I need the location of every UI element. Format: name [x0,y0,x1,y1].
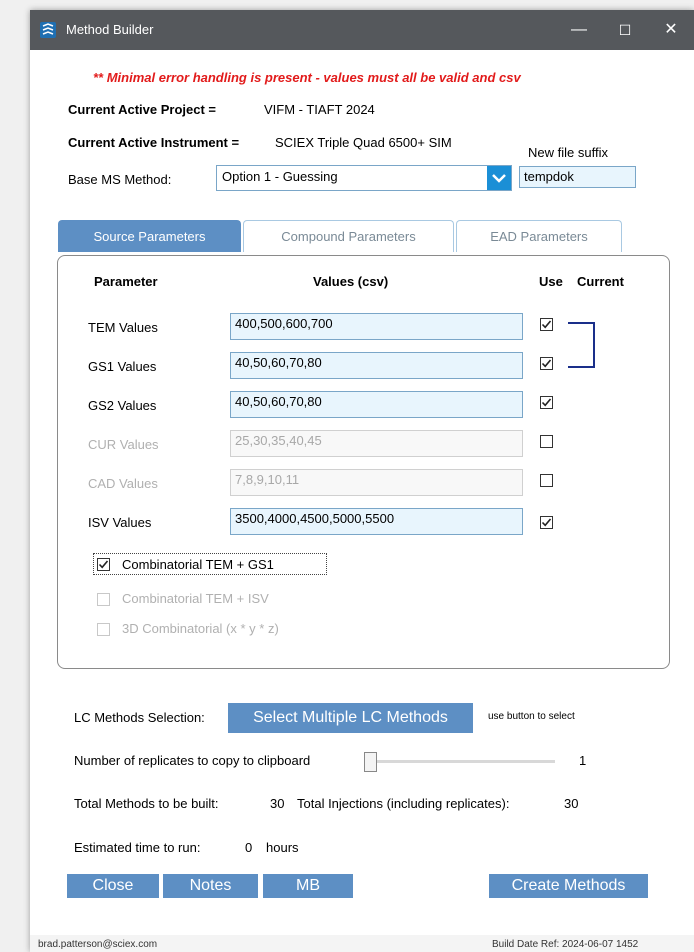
combinatorial-3d-checkbox[interactable] [97,623,110,636]
cur-label: CUR Values [88,437,159,452]
tab-ead-parameters[interactable]: EAD Parameters [456,220,622,252]
estimated-time-label: Estimated time to run: [74,840,201,855]
window-title: Method Builder [66,22,154,37]
title-bar: Method Builder — ☐ ✕ [30,10,694,50]
combinatorial-tem-isv-checkbox[interactable] [97,593,110,606]
isv-values-input[interactable]: 3500,4000,4500,5000,5500 [230,508,523,535]
base-method-label: Base MS Method: [68,172,172,187]
total-injections-value: 30 [564,796,579,811]
close-window-button[interactable]: ✕ [648,10,694,50]
method-builder-window: Method Builder — ☐ ✕ ** Minimal error ha… [30,10,694,952]
header-current: Current [577,274,624,289]
gs2-label: GS2 Values [88,398,157,413]
project-value: VIFM - TIAFT 2024 [264,102,375,117]
notes-button[interactable]: Notes [163,874,258,898]
estimated-time-value: 0 [245,840,253,855]
cur-values-input: 25,30,35,40,45 [230,430,523,457]
header-parameter: Parameter [94,274,158,289]
mb-button[interactable]: MB [263,874,353,898]
suffix-input[interactable]: tempdok [519,166,636,188]
suffix-label: New file suffix [528,145,608,160]
replicates-slider-thumb[interactable] [364,752,377,772]
lc-methods-label: LC Methods Selection: [74,710,205,725]
cad-values-input: 7,8,9,10,11 [230,469,523,496]
isv-label: ISV Values [88,515,152,530]
lc-hint-text: use button to select [488,711,575,722]
tem-values-input[interactable]: 400,500,600,700 [230,313,523,340]
estimated-time-unit: hours [266,840,299,855]
gs1-values-input[interactable]: 40,50,60,70,80 [230,352,523,379]
replicates-slider-track[interactable] [365,760,555,763]
isv-use-checkbox[interactable] [540,516,553,529]
project-label: Current Active Project = [68,102,216,117]
status-footer: brad.patterson@sciex.com Build Date Ref:… [30,935,694,952]
replicates-label: Number of replicates to copy to clipboar… [74,753,311,768]
replicates-value: 1 [579,753,587,768]
tab-source-parameters[interactable]: Source Parameters [58,220,241,252]
instrument-value: SCIEX Triple Quad 6500+ SIM [275,135,452,150]
current-pair-bracket [568,322,595,368]
footer-email: brad.patterson@sciex.com [38,939,158,950]
gs2-values-input[interactable]: 40,50,60,70,80 [230,391,523,418]
footer-build-date: Build Date Ref: 2024-06-07 1452 [492,939,639,950]
total-injections-label: Total Injections (including replicates): [297,796,510,811]
combinatorial-tem-gs1-label: Combinatorial TEM + GS1 [122,557,274,572]
tem-label: TEM Values [88,320,158,335]
header-use: Use [539,274,563,289]
header-values: Values (csv) [313,274,389,289]
tab-compound-parameters[interactable]: Compound Parameters [243,220,454,252]
warning-text: ** Minimal error handling is present - v… [93,70,521,85]
close-button[interactable]: Close [67,874,159,898]
minimize-button[interactable]: — [556,10,602,50]
app-icon [40,22,56,38]
chevron-down-icon[interactable] [487,166,511,190]
combinatorial-3d-label: 3D Combinatorial (x * y * z) [122,621,279,636]
gs1-use-checkbox[interactable] [540,357,553,370]
cad-label: CAD Values [88,476,158,491]
cad-use-checkbox[interactable] [540,474,553,487]
select-lc-methods-button[interactable]: Select Multiple LC Methods [228,703,473,733]
base-method-dropdown[interactable]: Option 1 - Guessing [216,165,512,191]
create-methods-button[interactable]: Create Methods [489,874,648,898]
total-methods-value: 30 [270,796,285,811]
gs1-label: GS1 Values [88,359,157,374]
instrument-label: Current Active Instrument = [68,135,240,150]
tem-use-checkbox[interactable] [540,318,553,331]
maximize-button[interactable]: ☐ [602,10,648,50]
cur-use-checkbox[interactable] [540,435,553,448]
gs2-use-checkbox[interactable] [540,396,553,409]
combinatorial-tem-isv-label: Combinatorial TEM + ISV [122,591,269,606]
base-method-selected: Option 1 - Guessing [222,169,338,184]
total-methods-label: Total Methods to be built: [74,796,219,811]
combinatorial-tem-gs1-checkbox[interactable] [97,558,110,571]
combinatorial-tem-gs1-option[interactable]: Combinatorial TEM + GS1 [93,553,327,575]
